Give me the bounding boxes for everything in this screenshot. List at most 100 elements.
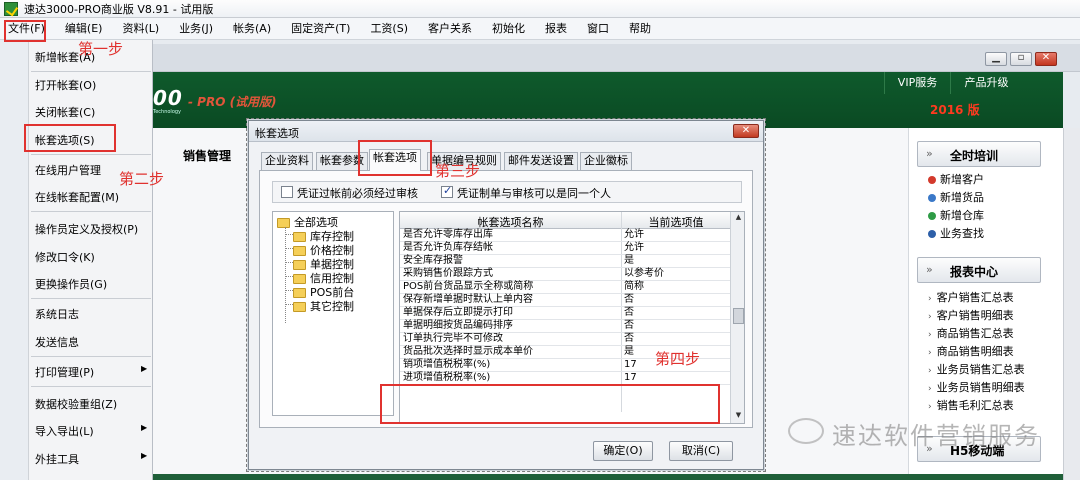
close-window-button[interactable]: ✕ (1035, 52, 1057, 66)
tree-node-label: 其它控制 (310, 300, 354, 313)
grid-row[interactable]: 订单执行完毕不可修改 否 (400, 333, 730, 346)
menu-switch-operator[interactable]: 更换操作员(G) (35, 276, 107, 292)
report-link[interactable]: › 业务员销售明细表 (928, 379, 1025, 395)
report-link[interactable]: › 业务员销售汇总表 (928, 361, 1025, 377)
report-link[interactable]: › 客户销售明细表 (928, 307, 1014, 323)
column-header-value[interactable]: 当前选项值 (622, 214, 730, 230)
option-value-cell[interactable]: 允许 (624, 229, 644, 241)
tab-company-logo[interactable]: 企业徽标 (580, 152, 632, 170)
report-link-label: 业务员销售汇总表 (936, 363, 1025, 376)
option-value-cell[interactable]: 否 (624, 320, 634, 332)
scroll-up-icon[interactable]: ▲ (731, 213, 744, 221)
submenu-arrow-icon: ▶ (141, 451, 148, 460)
checkbox-same-person[interactable] (441, 184, 453, 198)
app-logo-icon (4, 1, 18, 16)
link-label: 新增货品 (940, 191, 984, 204)
banner-logo: 00 (153, 86, 183, 110)
minimize-button[interactable]: ▁ (985, 52, 1007, 66)
grid-scrollbar[interactable]: ▲ ▼ (730, 212, 744, 423)
sales-management-tab[interactable]: 销售管理 (183, 147, 231, 164)
menu-plugin-tools[interactable]: 外挂工具 (35, 451, 79, 467)
dialog-close-button[interactable]: ✕ (733, 124, 759, 138)
menu-open-account[interactable]: 打开帐套(O) (35, 77, 96, 93)
checkbox-review-before-post[interactable] (281, 186, 293, 198)
dialog-titlebar[interactable]: 帐套选项 ✕ (249, 121, 763, 142)
training-header[interactable]: » 全时培训 (917, 141, 1041, 167)
tab-company-info[interactable]: 企业资料 (261, 152, 313, 170)
chevron-right-icon: › (928, 402, 932, 412)
option-name-cell: 订单执行完毕不可修改 (403, 333, 503, 344)
chevron-right-icon: › (928, 330, 932, 340)
report-link-label: 商品销售明细表 (936, 345, 1014, 358)
menu-operator-auth[interactable]: 操作员定义及授权(P) (35, 221, 138, 237)
grid-row[interactable]: 安全库存报警 是 (400, 255, 730, 268)
option-value-cell[interactable]: 简称 (624, 281, 644, 293)
link-add-warehouse[interactable]: 新增仓库 (928, 207, 984, 223)
report-link[interactable]: › 商品销售明细表 (928, 343, 1014, 359)
menu-business[interactable]: 业务(J) (169, 18, 223, 40)
option-value-cell[interactable]: 允许 (624, 242, 644, 254)
upgrade-button[interactable]: 产品升级 (950, 72, 1022, 94)
scroll-thumb[interactable] (733, 308, 744, 324)
option-value-cell[interactable]: 否 (624, 333, 634, 345)
menu-separator (31, 71, 151, 72)
grid-row[interactable]: 采购销售价跟踪方式 以参考价 (400, 268, 730, 281)
menu-data[interactable]: 资料(L) (112, 18, 169, 40)
checkbox-row: 凭证过帐前必须经过审核 凭证制单与审核可以是同一个人 (272, 181, 742, 203)
menu-salary[interactable]: 工资(S) (360, 18, 418, 40)
menu-print-management[interactable]: 打印管理(P) (35, 364, 94, 380)
grid-row[interactable]: 是否允许零库存出库 允许 (400, 229, 730, 242)
tree-line (285, 248, 293, 249)
menu-crm[interactable]: 客户关系 (418, 18, 482, 40)
scroll-down-icon[interactable]: ▼ (731, 411, 744, 419)
column-header-name[interactable]: 帐套选项名称 (400, 214, 621, 230)
option-value-cell[interactable]: 否 (624, 294, 634, 306)
menu-help[interactable]: 帮助 (619, 18, 661, 40)
right-panel-scrollbar[interactable] (1063, 128, 1080, 480)
menu-reports[interactable]: 报表 (535, 18, 577, 40)
link-add-customer[interactable]: 新增客户 (928, 171, 984, 187)
grid-row[interactable]: 是否允许负库存结帐 允许 (400, 242, 730, 255)
menu-online-config[interactable]: 在线帐套配置(M) (35, 189, 119, 205)
menu-change-password[interactable]: 修改口令(K) (35, 249, 95, 265)
report-center-header[interactable]: » 报表中心 (917, 257, 1041, 283)
menu-system-log[interactable]: 系统日志 (35, 306, 79, 322)
menu-window[interactable]: 窗口 (577, 18, 619, 40)
option-value-cell[interactable]: 否 (624, 307, 634, 319)
menu-init[interactable]: 初始化 (482, 18, 535, 40)
annotation-box-file-menu (4, 20, 46, 42)
report-link[interactable]: › 客户销售汇总表 (928, 289, 1014, 305)
ok-button[interactable]: 确定(O) (593, 441, 653, 461)
cancel-button[interactable]: 取消(C) (669, 441, 733, 461)
option-value-cell[interactable]: 是 (624, 346, 634, 358)
option-value-cell[interactable]: 17 (624, 372, 637, 384)
grid-row[interactable]: 保存新增单据时默认上单内容 否 (400, 294, 730, 307)
menu-assets[interactable]: 固定资产(T) (281, 18, 360, 40)
report-link[interactable]: › 商品销售汇总表 (928, 325, 1014, 341)
grid-row[interactable]: 单据明细按货品编码排序 否 (400, 320, 730, 333)
menu-accounts[interactable]: 帐务(A) (223, 18, 281, 40)
link-business-search[interactable]: 业务查找 (928, 225, 984, 241)
menu-import-export[interactable]: 导入导出(L) (35, 423, 94, 439)
option-value-cell[interactable]: 以参考价 (624, 268, 664, 280)
menu-close-account[interactable]: 关闭帐套(C) (35, 104, 95, 120)
tab-email-settings[interactable]: 邮件发送设置 (504, 152, 578, 170)
grid-row[interactable]: 单据保存后立即提示打印 否 (400, 307, 730, 320)
tab-account-options[interactable]: 帐套选项 (369, 149, 421, 171)
report-link-label: 销售毛利汇总表 (936, 399, 1014, 412)
report-link[interactable]: › 销售毛利汇总表 (928, 397, 1014, 413)
menu-online-users[interactable]: 在线用户管理 (35, 162, 101, 178)
link-add-goods[interactable]: 新增货品 (928, 189, 984, 205)
option-value-cell[interactable]: 是 (624, 255, 634, 267)
vip-service-button[interactable]: VIP服务 (884, 72, 950, 94)
folder-icon (277, 218, 290, 228)
restore-button[interactable]: ▫ (1010, 52, 1032, 66)
menu-edit[interactable]: 编辑(E) (55, 18, 113, 40)
option-name-cell: 安全库存报警 (403, 255, 463, 266)
menu-data-check[interactable]: 数据校验重组(Z) (35, 396, 117, 412)
tree-node[interactable]: 其它控制 (293, 298, 354, 314)
menu-send-message[interactable]: 发送信息 (35, 334, 79, 350)
grid-row[interactable]: POS前台货品显示全称或简称 简称 (400, 281, 730, 294)
banner-subtitle: Technology (153, 109, 182, 115)
option-value-cell[interactable]: 17 (624, 359, 637, 371)
